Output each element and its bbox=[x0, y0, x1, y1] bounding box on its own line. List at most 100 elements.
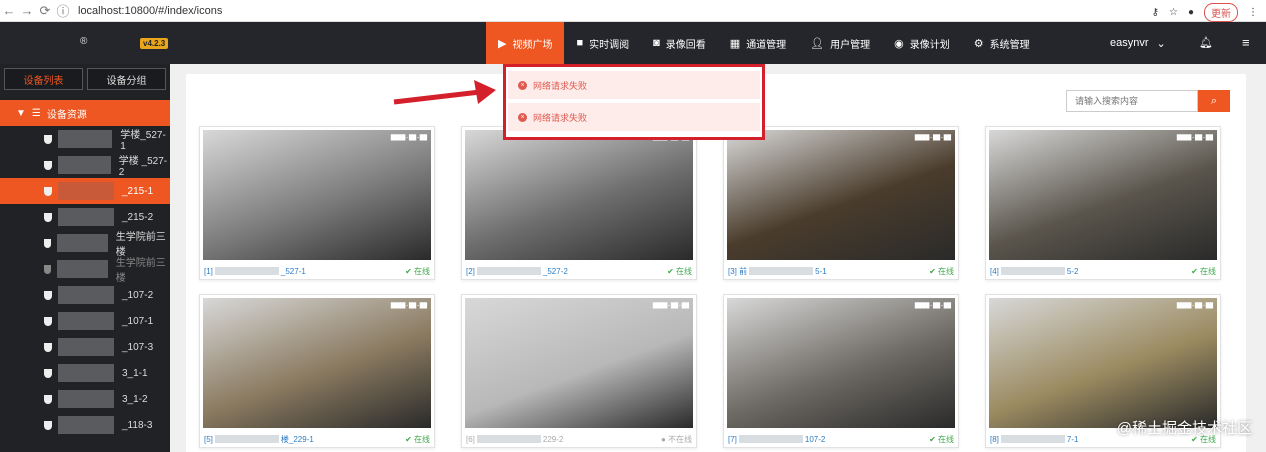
url-bar[interactable]: localhost:10800/#/index/icons bbox=[78, 5, 222, 17]
camera-card[interactable]: ▇▇▇▇-▇▇-▇▇ [6] 229-2 ● 不在线 bbox=[461, 294, 697, 448]
sidebar: 设备列表 设备分组 ▼ ☰ 设备资源 学楼_527-1 学楼 _527-2 _215… bbox=[0, 64, 170, 452]
tree-root[interactable]: ▼ ☰ 设备资源 bbox=[0, 100, 170, 126]
caret-down-icon: ▼ bbox=[16, 107, 26, 119]
shield-icon bbox=[44, 238, 52, 248]
snapshot-timestamp: ▇▇▇▇-▇▇-▇▇ bbox=[390, 302, 427, 309]
redacted-region bbox=[58, 208, 114, 226]
device-item[interactable]: 学楼 _527-2 bbox=[0, 152, 170, 178]
reload-icon[interactable]: ⟳ bbox=[36, 3, 54, 19]
device-item[interactable]: _118-3 bbox=[0, 412, 170, 438]
camera-card[interactable]: ▇▇▇▇-▇▇-▇▇ [5] 楼_229-1 ✔ 在线 bbox=[199, 294, 435, 448]
profile-icon[interactable]: ● bbox=[1188, 7, 1194, 18]
device-label: 生学院前三楼 bbox=[115, 258, 166, 284]
redacted-region bbox=[57, 234, 108, 252]
redacted-region bbox=[214, 435, 279, 444]
camera-title: [3] 前 5-1 bbox=[728, 266, 827, 276]
search-box: ⌕ bbox=[1066, 90, 1230, 112]
menu-item[interactable]: ■ 实时调阅 bbox=[564, 22, 641, 64]
menu-item[interactable]: ▦ 通道管理 bbox=[718, 22, 798, 64]
camera-card[interactable]: ▇▇▇▇-▇▇-▇▇ [2]_527-2 ✔ 在线 bbox=[461, 126, 697, 280]
shield-icon bbox=[44, 290, 52, 300]
menu-item[interactable]: ▶ 视频广场 bbox=[486, 22, 565, 64]
camera-snapshot[interactable]: ▇▇▇▇-▇▇-▇▇ bbox=[989, 298, 1217, 428]
redacted-region bbox=[214, 267, 279, 276]
red-arrow-annotation bbox=[393, 80, 496, 105]
main-menu: ▶ 视频广场 ■ 实时调阅 ◙ 录像回看 ▦ 通道管理 👤︎ 用户管理 ◉ 录像计划 ⚙ 系统管理 bbox=[486, 22, 1042, 64]
snapshot-timestamp: ▇▇▇▇-▇▇-▇▇ bbox=[390, 134, 427, 141]
camera-title: [4] 5-2 bbox=[990, 266, 1079, 276]
bell-icon[interactable]: 🔔︎ bbox=[1199, 36, 1213, 49]
redacted-region bbox=[57, 260, 108, 278]
device-item[interactable]: _215-2 bbox=[0, 204, 170, 230]
camera-card[interactable]: ▇▇▇▇-▇▇-▇▇ [4] 5-2 ✔ 在线 bbox=[985, 126, 1221, 280]
device-item[interactable]: 学楼_527-1 bbox=[0, 126, 170, 152]
camera-card[interactable]: ▇▇▇▇-▇▇-▇▇ [7] 107-2 ✔ 在线 bbox=[723, 294, 959, 448]
top-navbar: ® v4.2.3 ▶ 视频广场 ■ 实时调阅 ◙ 录像回看 ▦ 通道管理 👤︎ 用户管理 ◉ 录像计划… bbox=[0, 22, 1266, 64]
camera-title: [5] 楼_229-1 bbox=[204, 434, 314, 444]
search-button[interactable]: ⌕ bbox=[1198, 90, 1230, 112]
snapshot-timestamp: ▇▇▇▇-▇▇-▇▇ bbox=[1176, 302, 1213, 309]
device-label: 学楼 _527-2 bbox=[118, 156, 168, 178]
device-label: 3_1-1 bbox=[122, 367, 148, 379]
device-label: 学楼_527-1 bbox=[120, 130, 166, 152]
more-icon[interactable]: ⋮ bbox=[1248, 7, 1258, 18]
error-toast: × 网络请求失败 bbox=[508, 71, 760, 99]
search-icon: ⌕ bbox=[1210, 94, 1218, 107]
device-item[interactable]: 生学院前三楼 bbox=[0, 230, 170, 258]
shield-icon bbox=[44, 186, 52, 196]
tab-device-group[interactable]: 设备分组 bbox=[87, 68, 166, 90]
camera-title: [8] 7-1 bbox=[990, 434, 1079, 444]
key-icon[interactable]: ⚷ bbox=[1152, 7, 1159, 18]
snapshot-timestamp: ▇▇▇▇-▇▇-▇▇ bbox=[914, 134, 951, 141]
menu-item[interactable]: ◉ 录像计划 bbox=[882, 22, 962, 64]
device-item[interactable]: 生学院前三楼 bbox=[0, 256, 170, 284]
play-circle-icon: ▶ bbox=[498, 37, 507, 50]
redacted-region bbox=[738, 435, 803, 444]
device-item[interactable]: 3_1-2 bbox=[0, 386, 170, 412]
status-badge: ✔ 在线 bbox=[405, 266, 430, 276]
camera-title: [2] _527-2 bbox=[466, 266, 568, 276]
update-button[interactable]: 更新 bbox=[1204, 3, 1238, 22]
redacted-region bbox=[58, 416, 114, 434]
redacted-region bbox=[749, 267, 814, 276]
device-item[interactable]: _107-1 bbox=[0, 308, 170, 334]
back-icon[interactable]: ← bbox=[0, 3, 18, 18]
camera-snapshot[interactable]: ▇▇▇▇-▇▇-▇▇ bbox=[203, 298, 431, 428]
device-item[interactable]: _107-2 bbox=[0, 282, 170, 308]
redacted-region bbox=[57, 130, 113, 148]
chevron-down-icon: ⌄ bbox=[1156, 37, 1166, 50]
snapshot-timestamp: ▇▇▇▇-▇▇-▇▇ bbox=[1176, 134, 1213, 141]
shield-icon bbox=[44, 342, 52, 352]
user-menu[interactable]: easynvr ⌄ bbox=[1110, 22, 1166, 64]
star-icon[interactable]: ☆ bbox=[1169, 7, 1178, 18]
tab-device-list[interactable]: 设备列表 bbox=[4, 68, 83, 90]
camera-snapshot[interactable]: ▇▇▇▇-▇▇-▇▇ bbox=[727, 130, 955, 260]
menu-item-label: 系统管理 bbox=[989, 39, 1030, 51]
device-item[interactable]: 3_1-1 bbox=[0, 360, 170, 386]
camera-snapshot[interactable]: ▇▇▇▇-▇▇-▇▇ bbox=[727, 298, 955, 428]
camera-snapshot[interactable]: ▇▇▇▇-▇▇-▇▇ bbox=[203, 130, 431, 260]
menu-item[interactable]: 👤︎ 用户管理 bbox=[798, 22, 882, 64]
device-item[interactable]: _107-3 bbox=[0, 334, 170, 360]
search-input[interactable] bbox=[1066, 90, 1198, 112]
menu-item[interactable]: ◙ 录像回看 bbox=[641, 22, 718, 64]
camera-snapshot[interactable]: ▇▇▇▇-▇▇-▇▇ bbox=[465, 298, 693, 428]
camera-icon: ◙ bbox=[653, 37, 660, 49]
camera-card[interactable]: ▇▇▇▇-▇▇-▇▇ [1] _527-1 ✔ 在线 bbox=[199, 126, 435, 280]
device-item[interactable]: _215-1 bbox=[0, 178, 170, 204]
redacted-region bbox=[476, 435, 541, 444]
error-toast-stack: × 网络请求失败 × 网络请求失败 bbox=[503, 64, 765, 140]
user-name: easynvr bbox=[1110, 37, 1149, 49]
camera-snapshot[interactable]: ▇▇▇▇-▇▇-▇▇ bbox=[465, 130, 693, 260]
redacted-region bbox=[58, 182, 114, 200]
hamburger-icon[interactable]: ≡ bbox=[1242, 35, 1250, 50]
info-icon[interactable]: ⓘ bbox=[54, 1, 72, 20]
snapshot-timestamp: ▇▇▇▇-▇▇-▇▇ bbox=[914, 302, 951, 309]
camera-snapshot[interactable]: ▇▇▇▇-▇▇-▇▇ bbox=[989, 130, 1217, 260]
shield-icon bbox=[44, 316, 52, 326]
menu-item[interactable]: ⚙ 系统管理 bbox=[962, 22, 1042, 64]
forward-icon[interactable]: → bbox=[18, 3, 36, 18]
redacted-region bbox=[58, 312, 114, 330]
menu-item-label: 通道管理 bbox=[746, 39, 787, 51]
camera-card[interactable]: ▇▇▇▇-▇▇-▇▇ [3] 前 5-1 ✔ 在线 bbox=[723, 126, 959, 280]
